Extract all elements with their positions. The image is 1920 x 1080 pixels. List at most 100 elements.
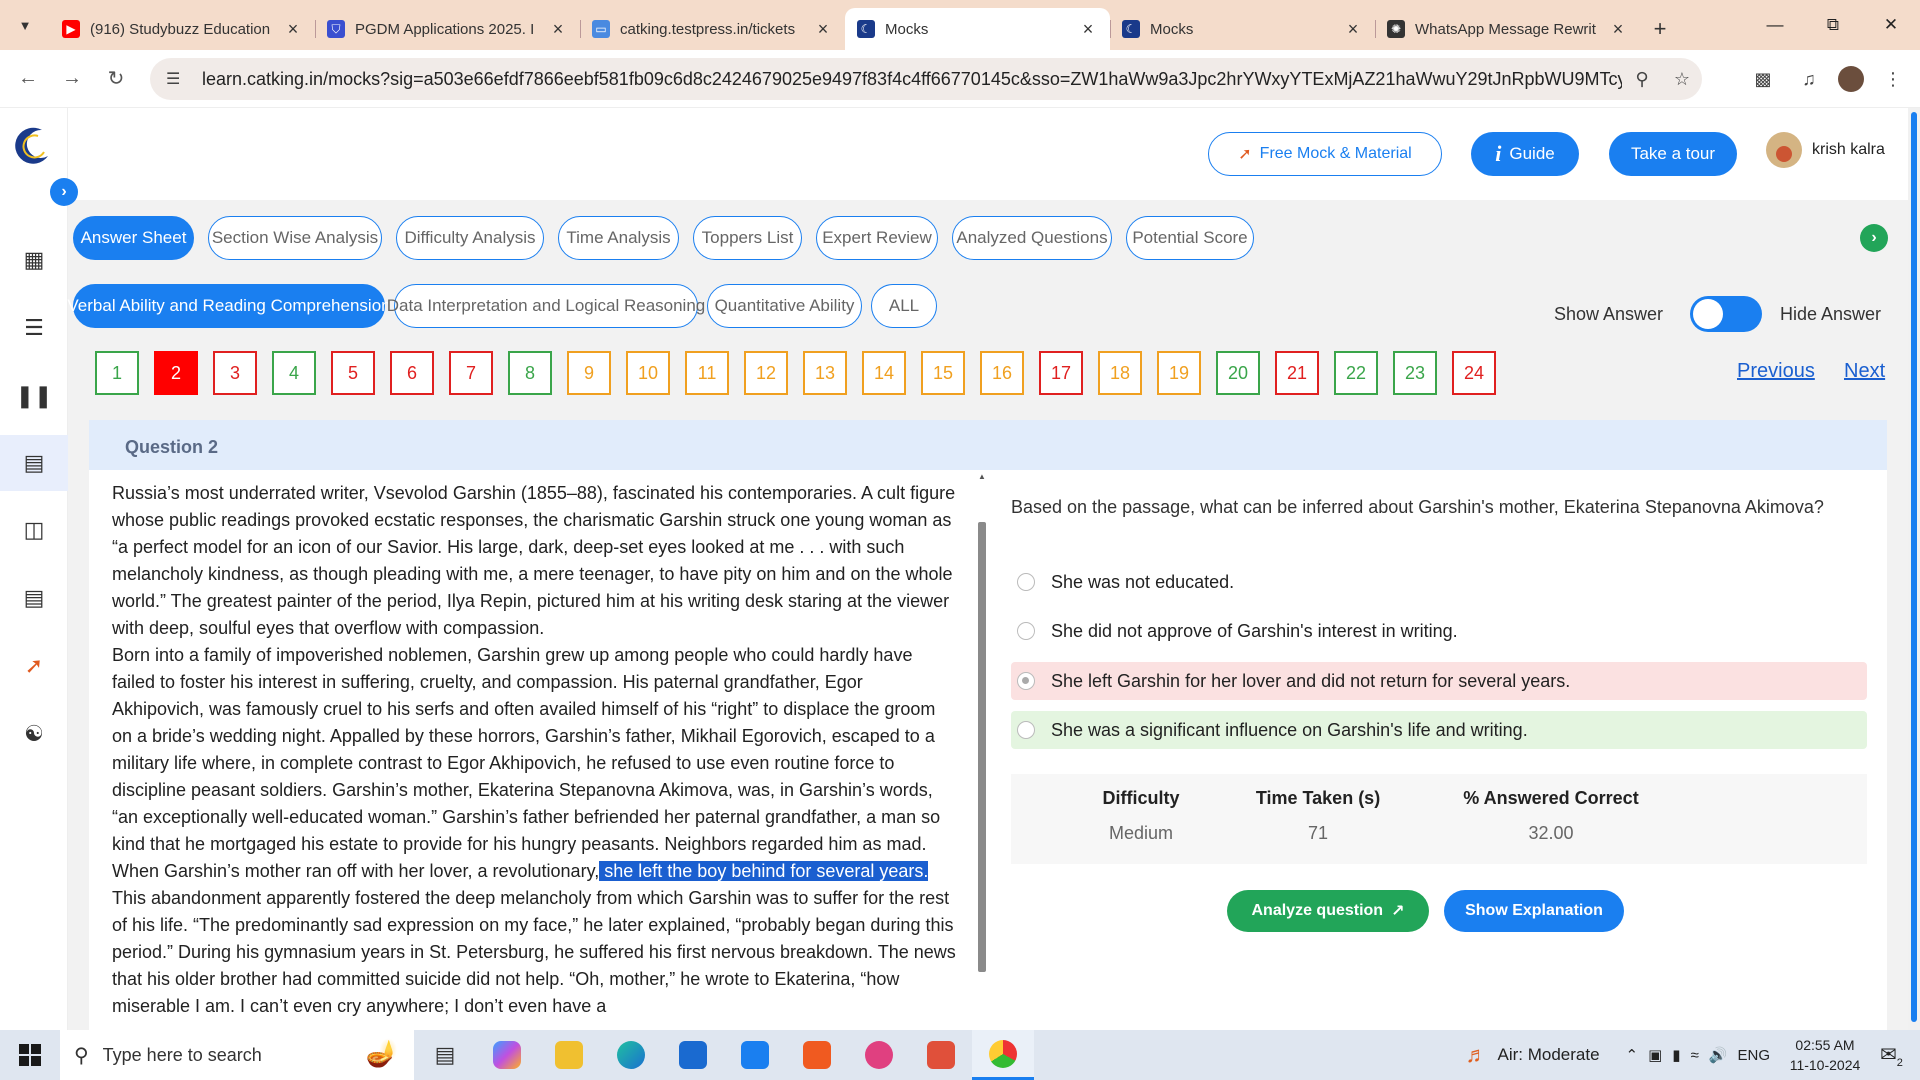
passage-panel[interactable]: Russia’s most underrated writer, Vsevolo…: [89, 470, 991, 1030]
language-indicator[interactable]: ENG: [1737, 1047, 1770, 1064]
close-tab-icon[interactable]: ×: [548, 19, 568, 40]
reload-button[interactable]: ↻: [94, 66, 138, 91]
sidebar-item-handshake-icon[interactable]: ☯: [0, 706, 68, 762]
tab-section[interactable]: Data Interpretation and Logical Reasonin…: [387, 284, 705, 328]
close-tab-icon[interactable]: ×: [813, 19, 833, 40]
answer-option[interactable]: She was a significant influence on Garsh…: [1011, 711, 1867, 749]
tab-analysis[interactable]: Time Analysis: [558, 216, 679, 260]
tab-analysis[interactable]: Section Wise Analysis: [208, 216, 382, 260]
tab-analysis[interactable]: Expert Review: [816, 216, 938, 260]
next-link[interactable]: Next: [1844, 360, 1885, 383]
brave-icon[interactable]: [786, 1030, 848, 1080]
taskbar-search[interactable]: ⚲ Type here to search 🪔: [60, 1030, 414, 1080]
close-tab-icon[interactable]: ×: [1078, 19, 1098, 40]
browser-tab[interactable]: ▭ catking.testpress.in/tickets ×: [580, 8, 845, 50]
question-number-button[interactable]: 5: [331, 351, 375, 395]
question-number-button[interactable]: 19: [1157, 351, 1201, 395]
question-number-button[interactable]: 12: [744, 351, 788, 395]
sidebar-item-mocks-icon[interactable]: ▤: [0, 435, 68, 491]
answer-toggle[interactable]: [1690, 296, 1762, 332]
clock[interactable]: 02:55 AM 11-10-2024: [1780, 1035, 1870, 1075]
meet-icon[interactable]: ▣: [1648, 1046, 1662, 1064]
url-field[interactable]: ☰ learn.catking.in/mocks?sig=a503e66efdf…: [150, 58, 1702, 100]
page-scrollbar[interactable]: [1908, 108, 1920, 1030]
sidebar-item-presentation-icon[interactable]: ◫: [0, 502, 68, 558]
question-number-button[interactable]: 11: [685, 351, 729, 395]
question-number-button[interactable]: 10: [626, 351, 670, 395]
brave-beta-icon[interactable]: [910, 1030, 972, 1080]
sidebar-expand-button[interactable]: ›: [50, 178, 78, 206]
passage-scroll-thumb[interactable]: [978, 522, 986, 972]
volume-icon[interactable]: 🔊: [1709, 1046, 1728, 1064]
question-number-button[interactable]: 9: [567, 351, 611, 395]
tab-section[interactable]: ALL: [871, 284, 937, 328]
zoom-icon[interactable]: ⚲: [1622, 69, 1662, 90]
question-number-button[interactable]: 20: [1216, 351, 1260, 395]
browser-tab[interactable]: ☾ Mocks ×: [1110, 8, 1375, 50]
browser-tab[interactable]: ✺ WhatsApp Message Rewrit ×: [1375, 8, 1640, 50]
tab-section[interactable]: Verbal Ability and Reading Comprehension: [67, 284, 391, 328]
tab-analysis[interactable]: Difficulty Analysis: [396, 216, 544, 260]
extensions-icon[interactable]: ▩: [1746, 62, 1780, 96]
question-number-button[interactable]: 8: [508, 351, 552, 395]
start-button[interactable]: [0, 1030, 60, 1080]
radio-button[interactable]: [1017, 721, 1035, 739]
tab-section[interactable]: Quantitative Ability: [707, 284, 862, 328]
question-number-button[interactable]: 16: [980, 351, 1024, 395]
answer-option[interactable]: She left Garshin for her lover and did n…: [1011, 662, 1867, 700]
sidebar-item-library-icon[interactable]: ▦: [0, 232, 68, 288]
forward-button[interactable]: →: [50, 67, 94, 90]
analyze-question-button[interactable]: Analyze question ↗: [1227, 890, 1429, 932]
site-info-icon[interactable]: ☰: [166, 69, 186, 89]
answer-option[interactable]: She was not educated.: [1011, 563, 1867, 601]
mail-icon[interactable]: [724, 1030, 786, 1080]
file-explorer-icon[interactable]: [538, 1030, 600, 1080]
previous-link[interactable]: Previous: [1737, 360, 1815, 383]
maximize-button[interactable]: ⧉: [1804, 0, 1862, 50]
tab-analysis[interactable]: Analyzed Questions: [952, 216, 1112, 260]
question-number-button[interactable]: 3: [213, 351, 257, 395]
question-number-button[interactable]: 7: [449, 351, 493, 395]
tab-analysis[interactable]: Answer Sheet: [73, 216, 194, 260]
sidebar-item-columns-icon[interactable]: ❚❚: [0, 368, 68, 424]
question-number-button[interactable]: 15: [921, 351, 965, 395]
sidebar-item-list-icon[interactable]: ☰: [0, 300, 68, 356]
question-number-button[interactable]: 13: [803, 351, 847, 395]
new-tab-button[interactable]: +: [1640, 8, 1680, 50]
take-tour-button[interactable]: Take a tour: [1609, 132, 1737, 176]
browser-tab[interactable]: ☾ Mocks ×: [845, 8, 1110, 50]
answer-option[interactable]: She did not approve of Garshin's interes…: [1011, 612, 1867, 650]
user-menu[interactable]: krish kalra: [1766, 132, 1885, 168]
edge-icon[interactable]: [600, 1030, 662, 1080]
scroll-up-icon[interactable]: ▲: [978, 472, 986, 481]
copilot-icon[interactable]: [476, 1030, 538, 1080]
show-explanation-button[interactable]: Show Explanation: [1444, 890, 1624, 932]
browser-tab[interactable]: ⛉ PGDM Applications 2025. I ×: [315, 8, 580, 50]
close-window-button[interactable]: ✕: [1862, 0, 1920, 50]
guide-button[interactable]: i Guide: [1471, 132, 1579, 176]
sidebar-item-ebook-icon[interactable]: ▤: [0, 570, 68, 626]
question-number-button[interactable]: 18: [1098, 351, 1142, 395]
profile-avatar[interactable]: [1838, 66, 1864, 92]
question-number-button[interactable]: 14: [862, 351, 906, 395]
tab-analysis[interactable]: Toppers List: [693, 216, 802, 260]
question-number-button[interactable]: 24: [1452, 351, 1496, 395]
radio-button[interactable]: [1017, 622, 1035, 640]
back-button[interactable]: ←: [6, 67, 50, 90]
radio-button[interactable]: [1017, 573, 1035, 591]
question-number-button[interactable]: 4: [272, 351, 316, 395]
snipping-tool-icon[interactable]: [848, 1030, 910, 1080]
task-view-icon[interactable]: ▤: [414, 1030, 476, 1080]
browser-menu-icon[interactable]: ⋮: [1876, 62, 1910, 96]
question-number-button[interactable]: 23: [1393, 351, 1437, 395]
radio-button[interactable]: [1017, 672, 1035, 690]
wifi-icon[interactable]: ≈: [1691, 1047, 1699, 1064]
sidebar-item-growth-icon[interactable]: ➚: [0, 638, 68, 694]
battery-icon[interactable]: ▮: [1672, 1046, 1680, 1064]
browser-tab[interactable]: ▶ (916) Studybuzz Education ×: [50, 8, 315, 50]
chrome-icon[interactable]: [972, 1030, 1034, 1080]
tab-search-button[interactable]: ▼: [0, 0, 50, 50]
question-number-button[interactable]: 22: [1334, 351, 1378, 395]
media-controls-icon[interactable]: ♫: [1792, 62, 1826, 96]
tab-analysis[interactable]: Potential Score: [1126, 216, 1254, 260]
